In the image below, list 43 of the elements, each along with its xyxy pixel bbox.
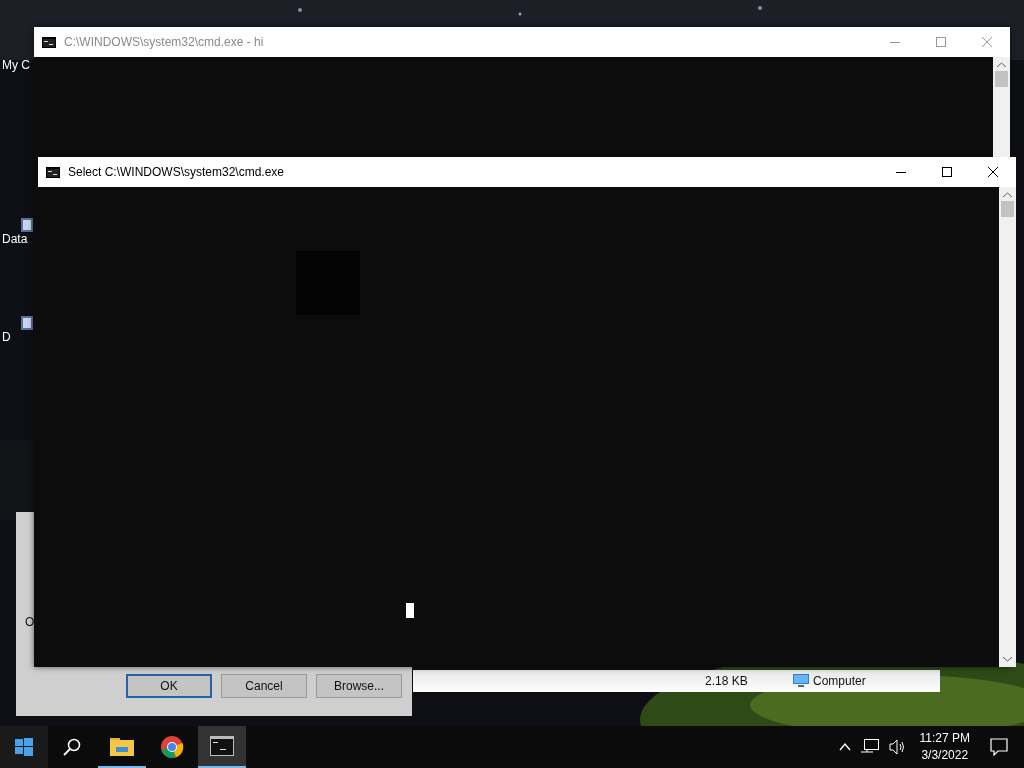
scroll-up-icon[interactable] <box>997 62 1006 68</box>
dialog-button[interactable]: Browse... <box>316 674 402 698</box>
scrollbar[interactable] <box>999 187 1016 667</box>
file-size: 2.18 KB <box>705 674 749 688</box>
windows-logo-icon <box>15 738 33 756</box>
clock-date[interactable]: 3/3/2022 <box>921 747 969 764</box>
start-button[interactable] <box>0 726 48 768</box>
desktop-icon-label[interactable]: Data <box>2 232 28 246</box>
scrollbar[interactable] <box>993 57 1010 157</box>
maximize-icon <box>936 37 946 47</box>
chevron-up-icon[interactable] <box>838 743 851 751</box>
notification-icon[interactable] <box>990 738 1008 756</box>
location-label: Computer <box>813 674 866 688</box>
volume-icon[interactable] <box>888 739 907 755</box>
maximize-icon <box>942 167 952 177</box>
scroll-thumb[interactable] <box>1001 201 1014 217</box>
browser-logo-icon <box>160 735 184 759</box>
folder-icon <box>110 736 134 756</box>
scroll-down-icon[interactable] <box>1003 656 1012 662</box>
console-icon <box>210 736 234 756</box>
console-icon <box>42 36 56 48</box>
shortcut-icon[interactable] <box>21 316 33 330</box>
dialog-button[interactable]: OK <box>126 674 212 698</box>
text-cursor <box>406 603 414 618</box>
desktop-icon-label[interactable]: D <box>2 330 11 344</box>
monitor-icon <box>793 674 809 688</box>
console-icon <box>46 166 60 178</box>
network-icon[interactable] <box>860 739 879 755</box>
minimize-icon <box>896 171 906 173</box>
taskbar-app-button[interactable] <box>198 726 246 768</box>
dialog-text: O <box>25 615 35 629</box>
window-title: C:\WINDOWS\system32\cmd.exe - hi <box>64 35 264 49</box>
search-icon <box>63 738 81 756</box>
scroll-thumb[interactable] <box>995 71 1008 87</box>
scroll-up-icon[interactable] <box>1003 192 1012 198</box>
close-icon <box>982 37 992 47</box>
window-title: Select C:\WINDOWS\system32\cmd.exe <box>68 165 285 179</box>
minimize-icon <box>890 41 900 43</box>
shortcut-icon[interactable] <box>21 218 33 232</box>
dialog-button[interactable]: Cancel <box>221 674 307 698</box>
close-icon <box>988 167 998 177</box>
desktop-icon-label[interactable]: My C <box>2 58 30 72</box>
clock-time[interactable]: 11:27 PM <box>919 730 970 747</box>
